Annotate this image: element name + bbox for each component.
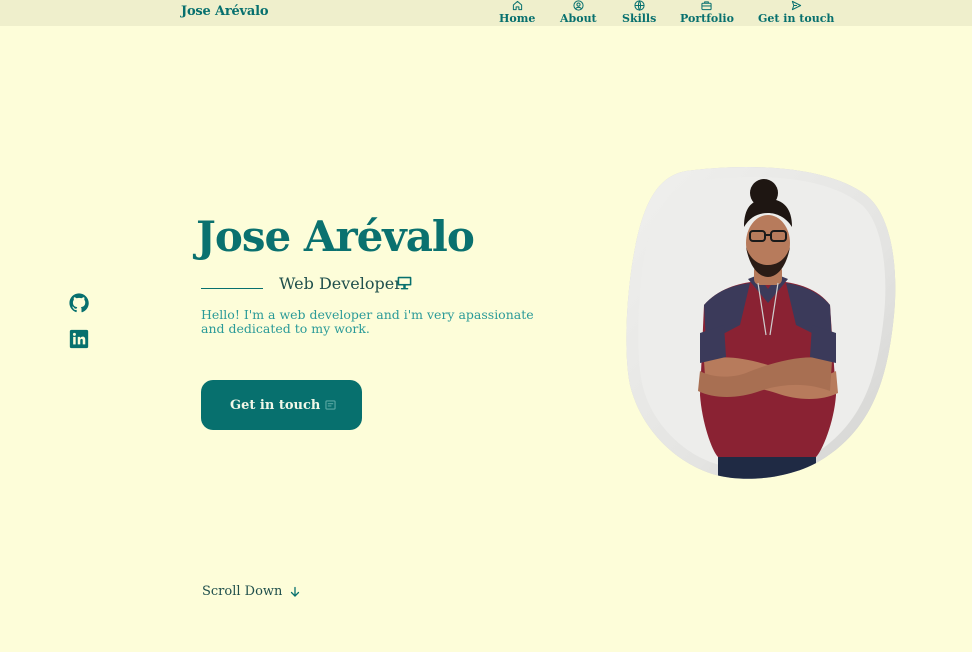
send-icon xyxy=(791,0,801,11)
get-in-touch-label: Get in touch xyxy=(230,397,321,413)
home-icon xyxy=(512,0,522,11)
hero-description: Hello! I'm a web developer and i'm very … xyxy=(201,307,534,336)
scroll-down-link[interactable]: Scroll Down xyxy=(202,584,301,599)
nav-skills-label: Skills xyxy=(622,12,657,25)
hero-title: Jose Arévalo xyxy=(196,212,475,261)
linkedin-icon xyxy=(69,329,89,349)
arrow-down-icon xyxy=(291,586,300,597)
nav-home-label: Home xyxy=(499,12,536,25)
scroll-down-label: Scroll Down xyxy=(202,584,283,599)
nav-about-label: About xyxy=(560,12,597,25)
github-link[interactable] xyxy=(69,293,89,313)
briefcase-icon xyxy=(701,1,713,11)
globe-icon xyxy=(634,0,645,11)
profile-photo xyxy=(626,166,896,479)
nav-skills[interactable]: Skills xyxy=(622,0,656,26)
linkedin-link[interactable] xyxy=(69,329,89,349)
get-in-touch-button[interactable]: Get in touch xyxy=(201,380,362,430)
message-icon xyxy=(325,400,336,410)
subtitle-divider xyxy=(201,288,263,289)
nav-portfolio[interactable]: Portfolio xyxy=(680,0,734,26)
header: Jose Arévalo Home About Skills Portfolio xyxy=(0,0,972,26)
nav-contact-label: Get in touch xyxy=(758,12,835,25)
nav-contact[interactable]: Get in touch xyxy=(758,0,834,26)
hero-subtitle: Web Developer xyxy=(279,274,402,293)
brand-logo[interactable]: Jose Arévalo xyxy=(181,4,269,19)
nav-about[interactable]: About xyxy=(560,0,597,26)
github-icon xyxy=(69,293,89,313)
user-circle-icon xyxy=(573,0,584,11)
monitor-icon xyxy=(397,276,412,290)
nav-portfolio-label: Portfolio xyxy=(680,12,734,25)
nav-home[interactable]: Home xyxy=(499,0,535,26)
